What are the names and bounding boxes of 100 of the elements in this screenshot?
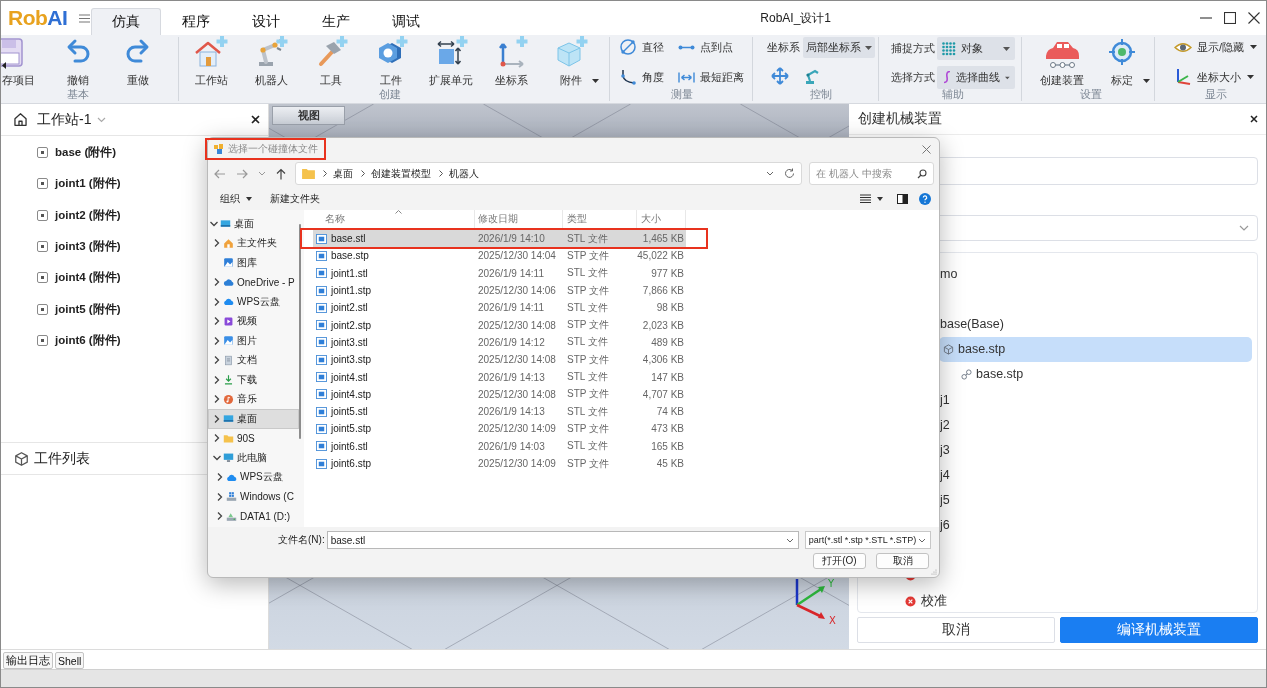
nav-item[interactable]: 主文件夹 <box>208 233 299 253</box>
chevron-right-icon[interactable] <box>216 512 224 521</box>
dropdown[interactable]: 对象 <box>937 37 1015 60</box>
file-row[interactable]: joint3.stl 2026/1/9 14:12 STL 文件 489 KB <box>313 333 686 352</box>
dropdown[interactable]: 选择曲线 <box>937 66 1015 89</box>
nav-item[interactable]: Windows (C <box>208 487 299 507</box>
ribbon-button[interactable]: 标定 <box>1092 37 1152 87</box>
ribbon-button[interactable]: 工作站 <box>181 37 241 87</box>
nav-item[interactable]: 图片 <box>208 331 299 351</box>
ribbon-button[interactable]: 最短距离 <box>677 67 744 87</box>
menu-tab[interactable]: 设计 <box>231 8 302 35</box>
nav-item[interactable]: DATA1 (D:) <box>208 506 299 526</box>
dialog-button[interactable]: 打开(O) <box>813 553 866 569</box>
tree-item[interactable]: base.stp <box>939 336 1252 362</box>
nav-item[interactable]: 文档 <box>208 350 299 370</box>
file-type-dropdown[interactable]: part(*.stl *.stp *.STL *.STP) <box>804 531 931 549</box>
breadcrumb[interactable]: 机器人 <box>449 166 479 181</box>
menu-tab[interactable]: 生产 <box>301 8 372 35</box>
file-row[interactable]: base.stl 2026/1/9 14:10 STL 文件 1,465 KB <box>313 230 686 248</box>
tree-item[interactable]: mo <box>939 261 1252 287</box>
file-row[interactable]: joint6.stp 2025/12/30 14:09 STP 文件 45 KB <box>313 454 686 473</box>
file-row[interactable]: joint4.stl 2026/1/9 14:13 STL 文件 147 KB <box>313 368 686 386</box>
caret-icon[interactable] <box>877 196 883 201</box>
tree-item[interactable]: joint2 (附件) <box>55 207 121 223</box>
ribbon-button[interactable]: 直径 <box>619 37 664 57</box>
help-icon[interactable] <box>919 192 931 205</box>
scroll-left-icon[interactable] <box>2 62 6 69</box>
tree-item[interactable]: base.stp <box>939 361 1252 387</box>
ribbon-button[interactable]: 机器人 <box>241 37 301 87</box>
close-icon[interactable] <box>251 115 260 124</box>
column-header[interactable]: 类型 <box>567 212 587 226</box>
column-header[interactable]: 大小 <box>641 212 661 226</box>
toolbar-button[interactable]: 组织 <box>216 191 256 206</box>
file-row[interactable]: joint2.stl 2026/1/9 14:11 STL 文件 98 KB <box>313 299 686 317</box>
chevron-right-icon[interactable] <box>213 434 221 443</box>
chevron-right-icon[interactable] <box>213 395 221 404</box>
refresh-icon[interactable] <box>784 168 795 179</box>
caret-icon[interactable] <box>1143 79 1150 83</box>
ribbon-button[interactable]: 工具 <box>301 37 361 87</box>
file-row[interactable]: joint2.stp 2025/12/30 14:08 STP 文件 2,023 KB <box>313 316 686 334</box>
ribbon-button[interactable]: 存项目 <box>1 37 48 87</box>
caret-icon[interactable] <box>592 79 599 83</box>
menu-tab[interactable]: 程序 <box>161 8 232 35</box>
breadcrumb[interactable]: 桌面 <box>333 166 353 181</box>
chevron-down-icon[interactable] <box>210 219 218 228</box>
up-arrow-icon[interactable] <box>276 167 286 180</box>
breadcrumb[interactable]: 创建装置模型 <box>371 166 431 181</box>
tree-item[interactable]: base(Base) <box>939 311 1252 337</box>
move-arrows-icon[interactable] <box>771 67 789 85</box>
tree-item[interactable]: base (附件) <box>55 145 117 161</box>
compile-button[interactable]: 编译机械装置 <box>1060 617 1258 643</box>
chevron-right-icon[interactable] <box>213 278 221 287</box>
dropdown[interactable]: 局部坐标系 <box>803 37 875 58</box>
tree-item[interactable]: j3 <box>939 437 1252 463</box>
filename-field[interactable]: base.stl <box>326 531 799 549</box>
tree-item[interactable]: j6 <box>939 512 1252 539</box>
maximize-icon[interactable] <box>1224 12 1236 24</box>
tree-item[interactable]: joint6 (附件) <box>55 332 121 348</box>
tree-item[interactable]: j2 <box>939 412 1252 438</box>
panel-tab[interactable]: Shell <box>55 652 85 669</box>
file-row[interactable]: joint1.stl 2026/1/9 14:11 STL 文件 977 KB <box>313 264 686 282</box>
caret-icon[interactable] <box>1250 45 1258 49</box>
address-bar[interactable]: 桌面 创建装置模型 机器人 <box>295 162 802 185</box>
toolbar-button[interactable]: 新建文件夹 <box>266 191 324 206</box>
chevron-right-icon[interactable] <box>216 473 224 482</box>
nav-item[interactable]: 下载 <box>208 370 299 390</box>
nav-item[interactable]: 此电脑 <box>208 448 299 468</box>
nav-item[interactable]: 视频 <box>208 311 299 331</box>
close-icon[interactable] <box>1248 12 1260 24</box>
tree-item[interactable]: joint3 (附件) <box>55 239 121 255</box>
ribbon-button[interactable]: 重做 <box>108 37 168 87</box>
chevron-right-icon[interactable] <box>213 239 221 248</box>
chevron-down-icon[interactable] <box>785 537 794 543</box>
robot-arm-icon[interactable] <box>803 67 821 85</box>
tree-item[interactable]: j5 <box>939 487 1252 513</box>
chevron-right-icon[interactable] <box>216 492 224 501</box>
ribbon-button[interactable]: 创建装置 <box>1032 37 1092 87</box>
close-icon[interactable] <box>1250 115 1258 123</box>
tree-item[interactable]: joint5 (附件) <box>55 301 121 317</box>
chevron-right-icon[interactable] <box>213 375 221 384</box>
chevron-right-icon[interactable] <box>213 297 221 306</box>
nav-item[interactable]: OneDrive - P <box>208 272 299 292</box>
menu-tab[interactable]: 仿真 <box>91 8 162 35</box>
cancel-button[interactable]: 取消 <box>857 617 1055 643</box>
file-row[interactable]: joint6.stl 2026/1/9 14:03 STL 文件 165 KB <box>313 437 686 455</box>
file-row[interactable]: joint5.stl 2026/1/9 14:13 STL 文件 74 KB <box>313 402 686 421</box>
scrollbar-thumb[interactable] <box>299 224 301 439</box>
ribbon-button[interactable]: 工件 <box>361 37 421 87</box>
view-tab[interactable]: 视图 <box>272 106 345 125</box>
tree-item[interactable]: joint1 (附件) <box>55 176 121 192</box>
tree-item[interactable]: j1 <box>939 386 1252 413</box>
tree-item[interactable]: j4 <box>939 462 1252 488</box>
ribbon-button[interactable]: 扩展单元 <box>421 37 481 87</box>
file-row[interactable]: base.stp 2025/12/30 14:04 STP 文件 45,022 KB <box>313 247 686 265</box>
nav-item[interactable]: 桌面 <box>208 409 299 429</box>
column-header[interactable]: 名称 <box>325 212 345 226</box>
menu-icon[interactable] <box>79 13 91 23</box>
caret-icon[interactable] <box>1247 75 1254 79</box>
ribbon-button[interactable]: 撤销 <box>48 37 108 87</box>
preview-pane-icon[interactable] <box>897 193 908 204</box>
